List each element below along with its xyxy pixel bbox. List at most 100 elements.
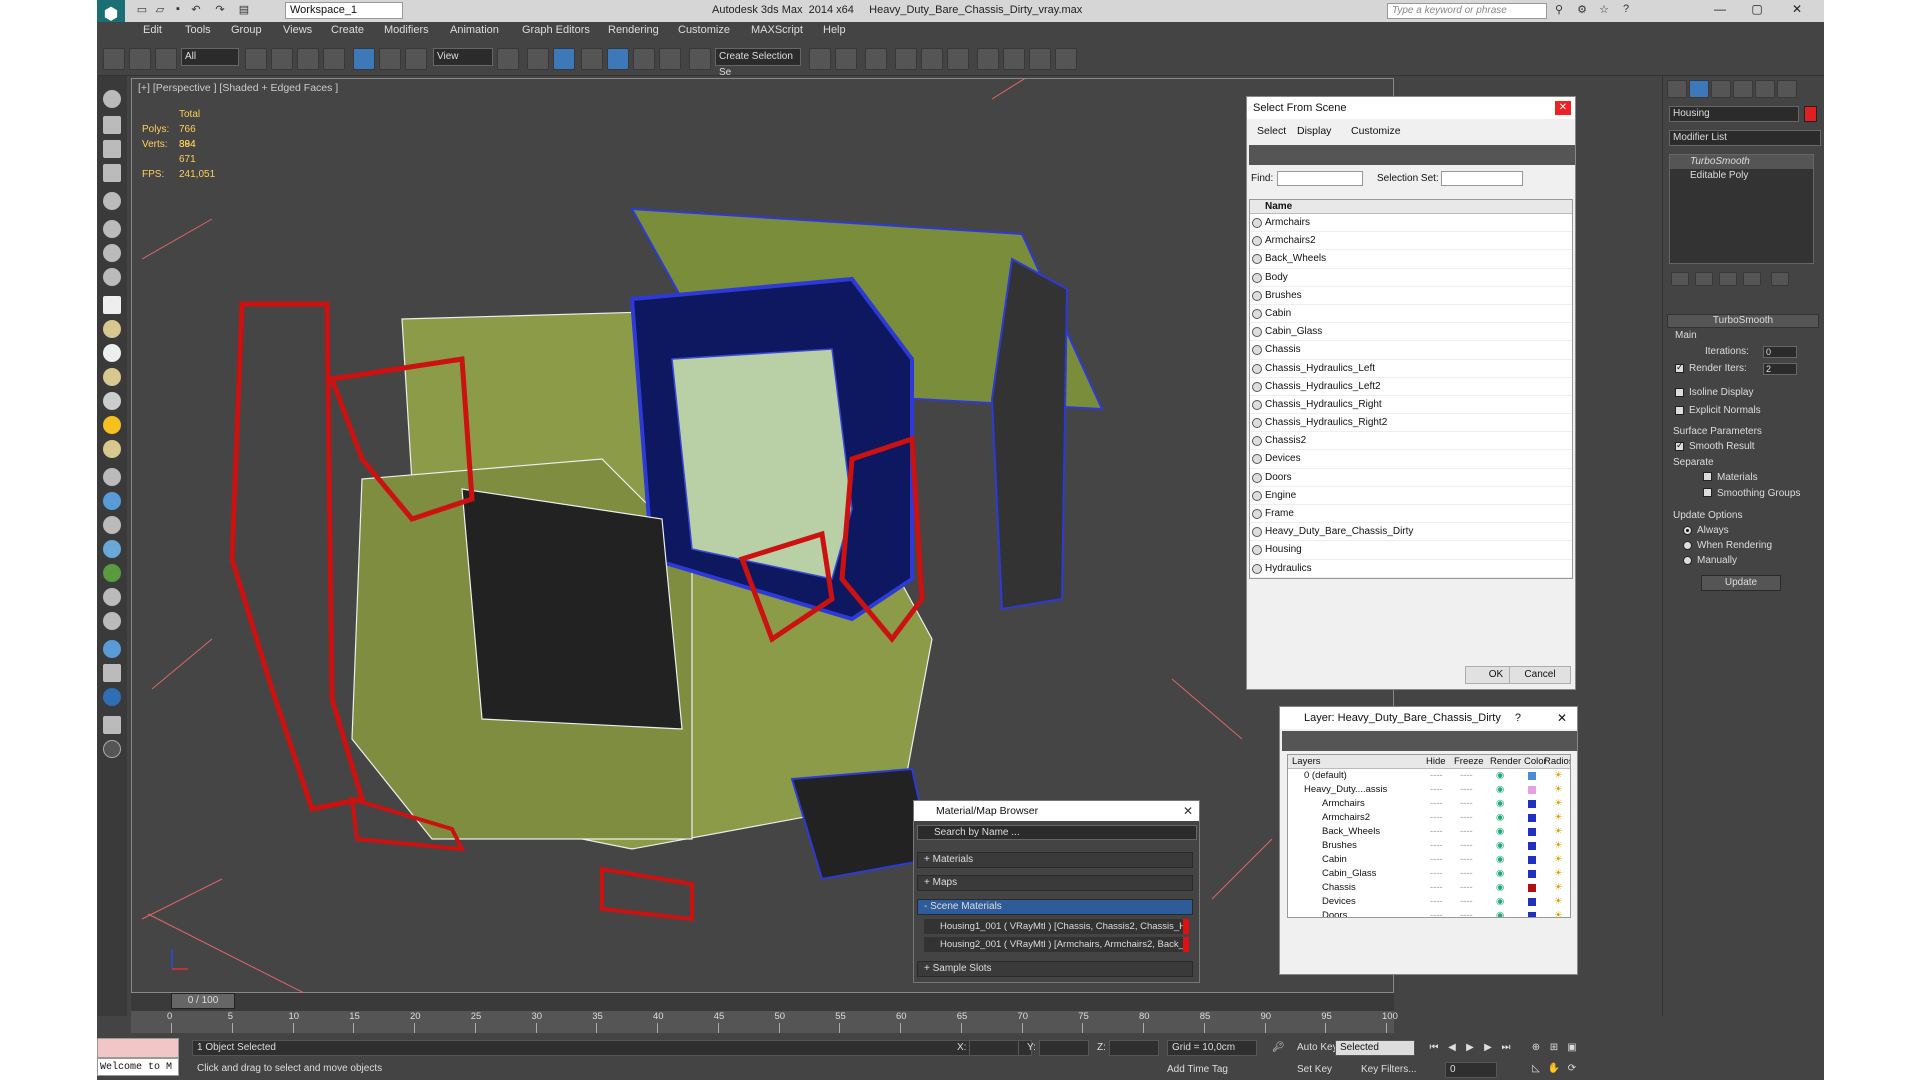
freeze-toggle[interactable]: ---- — [1460, 868, 1473, 879]
radiosity-icon[interactable]: ☀ — [1554, 896, 1563, 907]
freeze-toggle[interactable]: ---- — [1460, 826, 1473, 837]
scene-list-item[interactable]: Housing — [1250, 541, 1572, 560]
layer-row[interactable]: Brushes ---- ---- ◉ ☀ — [1288, 839, 1570, 853]
render-setup-icon[interactable] — [1003, 48, 1025, 70]
layer-color-swatch[interactable] — [1528, 898, 1536, 906]
auto-key-button[interactable]: Auto Key — [1297, 1042, 1338, 1053]
snaps-toggle-icon[interactable] — [581, 48, 603, 70]
freeze-toggle[interactable]: ---- — [1460, 896, 1473, 907]
hair-icon[interactable] — [103, 588, 121, 606]
layer-color-swatch[interactable] — [1528, 856, 1536, 864]
group-scene-materials[interactable]: - Scene Materials — [917, 899, 1193, 915]
layer-color-swatch[interactable] — [1528, 786, 1536, 794]
menu-views[interactable]: Views — [283, 24, 312, 36]
teapot-icon[interactable] — [103, 220, 121, 238]
radiosity-icon[interactable]: ☀ — [1554, 826, 1563, 837]
layer-help-icon[interactable]: ? — [1515, 712, 1521, 724]
viewport-label[interactable]: [+] [Perspective ] [Shaded + Edged Faces… — [138, 82, 338, 94]
chat-icon[interactable] — [103, 192, 121, 210]
layer-color-swatch[interactable] — [1528, 842, 1536, 850]
menu-edit[interactable]: Edit — [143, 24, 162, 36]
key-mode-dropdown[interactable]: Selected — [1335, 1040, 1415, 1056]
scene-list-item[interactable]: Hydraulics — [1250, 560, 1572, 578]
scene-list-item[interactable]: Chassis_Hydraulics_Right — [1250, 396, 1572, 415]
modifier-list-dropdown[interactable]: Modifier List — [1669, 130, 1821, 146]
material-browser-close-icon[interactable]: ✕ — [1183, 804, 1193, 818]
radiosity-icon[interactable]: ☀ — [1554, 882, 1563, 893]
scene-list-item[interactable]: Chassis2 — [1250, 432, 1572, 451]
scene-list-item[interactable]: Chassis — [1250, 341, 1572, 360]
add-time-tag[interactable]: Add Time Tag — [1167, 1064, 1228, 1075]
save-icon[interactable]: ▪ — [171, 3, 185, 17]
set-key-button[interactable]: Set Key — [1297, 1064, 1332, 1075]
make-unique-icon[interactable] — [1719, 272, 1737, 286]
project-folder-icon[interactable]: ▤ — [237, 3, 251, 17]
schematic-view-icon[interactable] — [947, 48, 969, 70]
earth-icon[interactable] — [103, 688, 121, 706]
panel-icon[interactable] — [103, 140, 121, 158]
radiosity-icon[interactable]: ☀ — [1554, 910, 1563, 917]
material-housing1[interactable]: Housing1_001 ( VRayMtl ) [Chassis, Chass… — [924, 919, 1189, 934]
layer-row[interactable]: Cabin ---- ---- ◉ ☀ — [1288, 853, 1570, 867]
box-icon[interactable] — [103, 296, 121, 314]
time-slider-track[interactable]: 0 / 100 — [131, 993, 1394, 1011]
render-toggle-icon[interactable]: ◉ — [1496, 770, 1504, 781]
mirror-icon[interactable] — [809, 48, 831, 70]
layer-manager-icon[interactable] — [865, 48, 887, 70]
edit-named-selection-icon[interactable] — [689, 48, 711, 70]
hide-toggle[interactable]: ---- — [1430, 910, 1443, 917]
update-button[interactable]: Update — [1701, 575, 1781, 591]
link-icon[interactable] — [103, 48, 125, 70]
image-icon[interactable] — [103, 664, 121, 682]
help-search-input[interactable]: Type a keyword or phrase — [1387, 3, 1547, 19]
scene-list-item[interactable]: Chassis_Hydraulics_Left2 — [1250, 378, 1572, 396]
scene-list-item[interactable]: Cabin_Glass — [1250, 323, 1572, 342]
viewport-tool-icon[interactable] — [103, 90, 121, 108]
select-dialog-close-button[interactable]: ✕ — [1555, 101, 1571, 115]
motion-tab-icon[interactable] — [1733, 80, 1753, 98]
scene-list-item[interactable]: Armchairs2 — [1250, 232, 1572, 251]
layer-color-swatch[interactable] — [1528, 884, 1536, 892]
scene-list-item[interactable]: Frame — [1250, 505, 1572, 524]
layer-color-swatch[interactable] — [1528, 870, 1536, 878]
menu-rendering[interactable]: Rendering — [608, 24, 659, 36]
layer-row[interactable]: Devices ---- ---- ◉ ☀ — [1288, 895, 1570, 909]
prev-frame-icon[interactable]: ◀ — [1445, 1041, 1459, 1055]
zoom-all-icon[interactable]: ⊞ — [1547, 1041, 1561, 1055]
hemisphere-icon[interactable] — [103, 320, 121, 338]
object-name-field[interactable]: Housing — [1669, 106, 1799, 122]
unlink-icon[interactable] — [129, 48, 151, 70]
rect-selection-icon[interactable] — [297, 48, 319, 70]
smooth-result-checkbox[interactable] — [1675, 440, 1684, 451]
layer-row[interactable]: Heavy_Duty....assis ---- ---- ◉ ☀ — [1288, 783, 1570, 797]
select-menu-customize[interactable]: Customize — [1351, 125, 1401, 137]
scene-list-item[interactable]: Heavy_Duty_Bare_Chassis_Dirty — [1250, 523, 1572, 542]
new-icon[interactable]: ▭ — [135, 3, 149, 17]
group-maps[interactable]: + Maps — [917, 875, 1193, 891]
x-coordinate-field[interactable] — [969, 1040, 1019, 1056]
when-rendering-radio[interactable] — [1683, 541, 1692, 550]
freeze-toggle[interactable]: ---- — [1460, 770, 1473, 781]
grid-icon[interactable] — [103, 164, 121, 182]
render-toggle-icon[interactable]: ◉ — [1496, 798, 1504, 809]
keyboard-shortcut-override-icon[interactable] — [553, 48, 575, 70]
next-frame-icon[interactable]: ▶ — [1481, 1041, 1495, 1055]
material-housing2[interactable]: Housing2_001 ( VRayMtl ) [Armchairs, Arm… — [924, 937, 1189, 952]
scene-list-item[interactable]: Body — [1250, 269, 1572, 287]
hide-toggle[interactable]: ---- — [1430, 868, 1443, 879]
layer-row[interactable]: Back_Wheels ---- ---- ◉ ☀ — [1288, 825, 1570, 839]
pan-icon[interactable]: ✋ — [1547, 1062, 1561, 1076]
hide-toggle[interactable]: ---- — [1430, 812, 1443, 823]
render-toggle-icon[interactable]: ◉ — [1496, 910, 1504, 917]
hide-toggle[interactable]: ---- — [1430, 826, 1443, 837]
spline-icon[interactable] — [103, 492, 121, 510]
help-icon[interactable]: ? — [1619, 3, 1633, 17]
select-by-name-icon[interactable] — [271, 48, 293, 70]
layer-row[interactable]: Doors ---- ---- ◉ ☀ — [1288, 909, 1570, 917]
y-coordinate-field[interactable] — [1039, 1040, 1089, 1056]
ring-icon[interactable] — [103, 440, 121, 458]
rendered-frame-icon[interactable] — [1029, 48, 1051, 70]
freeze-toggle[interactable]: ---- — [1460, 882, 1473, 893]
group-sample-slots[interactable]: + Sample Slots — [917, 961, 1193, 977]
radiosity-icon[interactable]: ☀ — [1554, 784, 1563, 795]
